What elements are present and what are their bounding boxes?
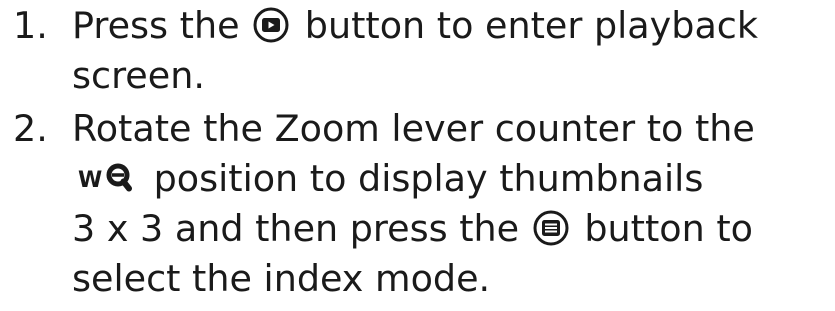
step-2: 2. Rotate the Zoom lever counter to the …	[0, 104, 835, 304]
step-text: Press the	[72, 4, 240, 47]
step-text: position to display thumbnails	[153, 157, 704, 200]
step-number: 1.	[13, 4, 48, 47]
zoom-icon-letter: W	[78, 168, 102, 193]
step-text: button to enter playback	[304, 4, 759, 47]
step-text: 3 x 3 and then press the	[72, 207, 520, 250]
step-2-line-4: select the index mode.	[72, 257, 491, 300]
instruction-list: 1. Press the button to enter playback sc…	[0, 0, 835, 304]
menu-button-icon	[533, 210, 569, 246]
playback-button-icon	[253, 7, 289, 43]
step-1-line-2: screen.	[72, 54, 205, 97]
step-2-line-3: 3 x 3 and then press the button to	[72, 204, 835, 254]
zoom-wide-icon: W	[76, 161, 134, 195]
step-1-line-1: Press the button to enter playback	[72, 1, 835, 51]
step-1: 1. Press the button to enter playback sc…	[0, 1, 835, 101]
step-2-line-2: W position to display thumbnails	[72, 154, 835, 204]
step-text: button to	[584, 207, 753, 250]
step-number: 2.	[13, 107, 48, 150]
step-2-line-1: Rotate the Zoom lever counter to the	[72, 107, 755, 150]
